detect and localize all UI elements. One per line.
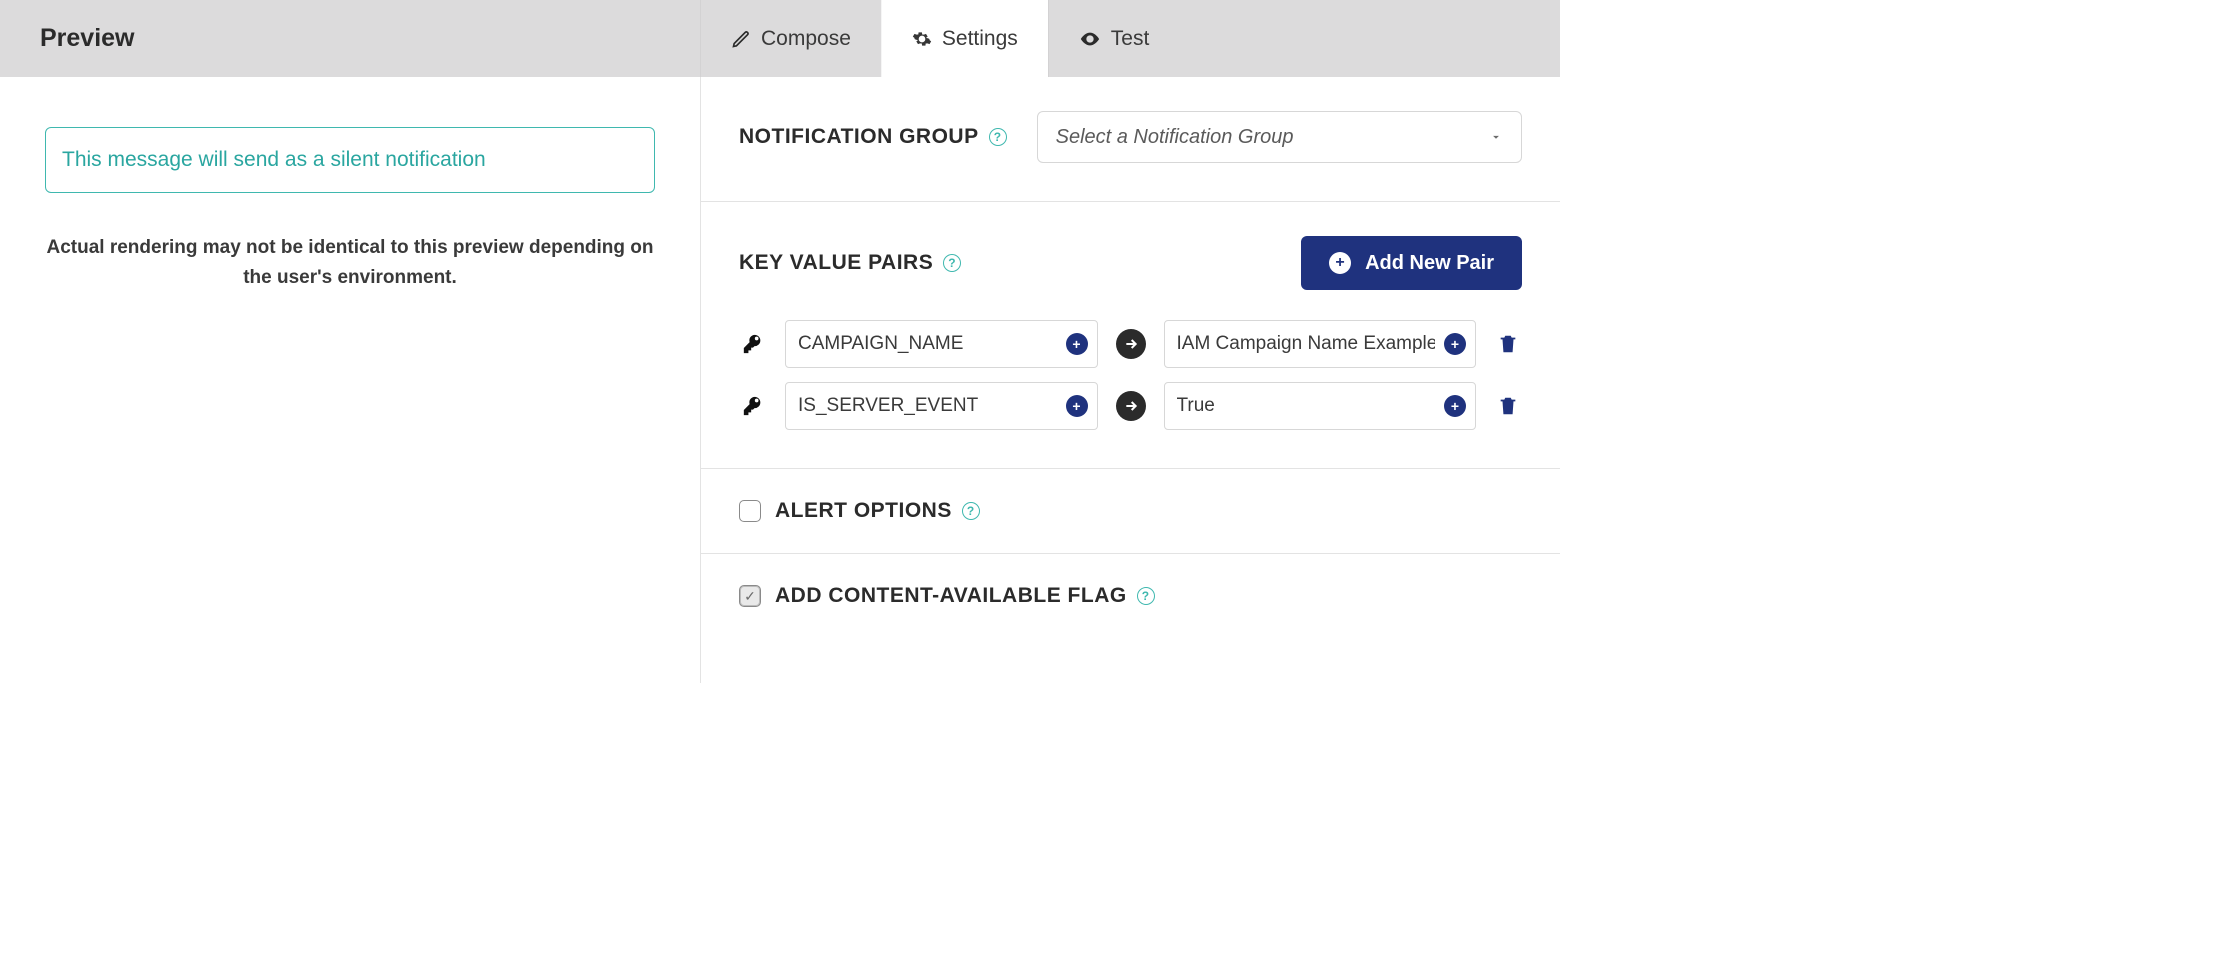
help-icon[interactable]: ? [1137, 587, 1155, 605]
kv-value-input[interactable] [1164, 382, 1477, 430]
kv-key-input-wrap: + [785, 320, 1098, 368]
tab-settings[interactable]: Settings [881, 0, 1048, 77]
tab-label: Compose [761, 27, 851, 51]
kv-label: KEY VALUE PAIRS ? [739, 251, 961, 275]
plus-circle-icon[interactable]: + [1444, 395, 1466, 417]
eye-icon [1079, 28, 1101, 50]
plus-circle-icon[interactable]: + [1066, 333, 1088, 355]
alert-options-checkbox[interactable] [739, 500, 761, 522]
kv-value-input-wrap: + [1164, 320, 1477, 368]
tabs-trailing-space [1179, 0, 1579, 77]
kv-key-input[interactable] [785, 382, 1098, 430]
plus-circle-icon[interactable]: + [1444, 333, 1466, 355]
key-icon [739, 333, 767, 355]
kv-value-input-wrap: + [1164, 382, 1477, 430]
add-new-pair-label: Add New Pair [1365, 252, 1494, 275]
arrow-right-icon [1116, 391, 1146, 421]
content-available-section: ✓ ADD CONTENT-AVAILABLE FLAG ? [701, 554, 1560, 638]
plus-circle-icon[interactable]: + [1066, 395, 1088, 417]
help-icon[interactable]: ? [943, 254, 961, 272]
kv-row: + + [739, 320, 1522, 368]
plus-circle-icon: + [1329, 252, 1351, 274]
notification-group-section: NOTIFICATION GROUP ? Select a Notificati… [701, 77, 1560, 202]
alert-options-section: ALERT OPTIONS ? [701, 469, 1560, 554]
alert-options-label-text: ALERT OPTIONS [775, 499, 952, 523]
topbar: Preview Compose Settings Test [0, 0, 1560, 77]
add-new-pair-button[interactable]: + Add New Pair [1301, 236, 1522, 290]
notification-group-label: NOTIFICATION GROUP ? [739, 125, 1007, 149]
preview-panel: This message will send as a silent notif… [0, 77, 700, 683]
tab-label: Settings [942, 27, 1018, 51]
preview-caption: Actual rendering may not be identical to… [45, 233, 655, 294]
content-available-checkbox[interactable]: ✓ [739, 585, 761, 607]
tab-label: Test [1111, 27, 1150, 51]
notification-group-label-text: NOTIFICATION GROUP [739, 125, 979, 149]
page-title: Preview [0, 0, 700, 77]
kv-label-text: KEY VALUE PAIRS [739, 251, 933, 275]
notification-group-select[interactable]: Select a Notification Group [1037, 111, 1522, 163]
trash-icon[interactable] [1494, 395, 1522, 417]
key-icon [739, 395, 767, 417]
alert-options-label: ALERT OPTIONS ? [775, 499, 980, 523]
arrow-right-icon [1116, 329, 1146, 359]
select-placeholder: Select a Notification Group [1056, 126, 1294, 149]
silent-notification-notice: This message will send as a silent notif… [45, 127, 655, 193]
pencil-icon [731, 29, 751, 49]
kv-row: + + [739, 382, 1522, 430]
tabs: Compose Settings Test [700, 0, 1579, 77]
gear-icon [912, 29, 932, 49]
content-available-label: ADD CONTENT-AVAILABLE FLAG ? [775, 584, 1155, 608]
kv-key-input[interactable] [785, 320, 1098, 368]
content-available-label-text: ADD CONTENT-AVAILABLE FLAG [775, 584, 1127, 608]
settings-panel: NOTIFICATION GROUP ? Select a Notificati… [700, 77, 1560, 683]
tab-test[interactable]: Test [1048, 0, 1180, 77]
help-icon[interactable]: ? [989, 128, 1007, 146]
kv-rows: + + [739, 320, 1522, 430]
key-value-pairs-section: KEY VALUE PAIRS ? + Add New Pair + [701, 202, 1560, 469]
kv-key-input-wrap: + [785, 382, 1098, 430]
content-columns: This message will send as a silent notif… [0, 77, 1560, 683]
chevron-down-icon [1489, 130, 1503, 144]
trash-icon[interactable] [1494, 333, 1522, 355]
tab-compose[interactable]: Compose [700, 0, 881, 77]
help-icon[interactable]: ? [962, 502, 980, 520]
kv-value-input[interactable] [1164, 320, 1477, 368]
